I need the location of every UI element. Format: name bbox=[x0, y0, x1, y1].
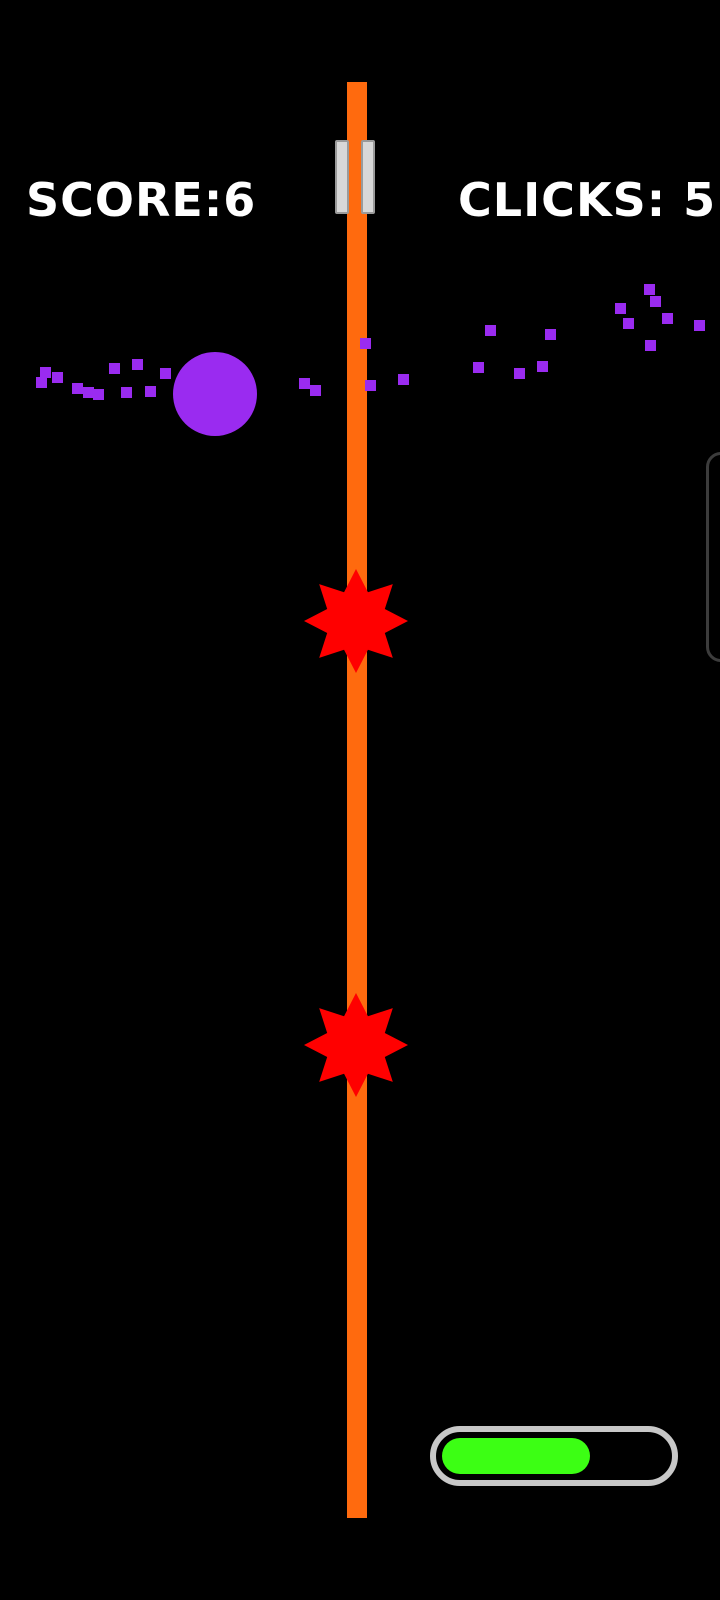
trail-particle bbox=[623, 318, 634, 329]
power-meter bbox=[430, 1426, 678, 1486]
game-stage[interactable]: SCORE:6 CLICKS: 5 bbox=[0, 0, 720, 1600]
trail-particle bbox=[650, 296, 661, 307]
trail-particle bbox=[109, 363, 120, 374]
trail-particle bbox=[299, 378, 310, 389]
trail-particle bbox=[310, 385, 321, 396]
trail-particle bbox=[121, 387, 132, 398]
trail-particle bbox=[360, 338, 371, 349]
pause-button[interactable] bbox=[333, 140, 379, 216]
trail-particle bbox=[52, 372, 63, 383]
orange-pole bbox=[347, 82, 367, 1518]
trail-particle bbox=[662, 313, 673, 324]
clicks-counter: CLICKS: 5 bbox=[458, 173, 717, 227]
trail-particle bbox=[645, 340, 656, 351]
trail-particle bbox=[93, 389, 104, 400]
trail-particle bbox=[514, 368, 525, 379]
trail-particle bbox=[545, 329, 556, 340]
player-ball bbox=[173, 352, 257, 436]
trail-particle bbox=[485, 325, 496, 336]
trail-particle bbox=[145, 386, 156, 397]
trail-particle bbox=[36, 377, 47, 388]
score-label: SCORE:6 bbox=[26, 173, 257, 227]
trail-particle bbox=[160, 368, 171, 379]
pause-icon-left-bar bbox=[335, 140, 349, 214]
trail-particle bbox=[694, 320, 705, 331]
trail-particle bbox=[72, 383, 83, 394]
trail-particle bbox=[40, 367, 51, 378]
trail-particle bbox=[644, 284, 655, 295]
pause-icon-right-bar bbox=[361, 140, 375, 214]
trail-particle bbox=[365, 380, 376, 391]
trail-particle bbox=[473, 362, 484, 373]
power-meter-fill bbox=[442, 1438, 590, 1474]
edge-panel-handle[interactable] bbox=[706, 452, 720, 662]
trail-particle bbox=[537, 361, 548, 372]
trail-particle bbox=[615, 303, 626, 314]
red-spiky-star-icon bbox=[304, 569, 408, 673]
red-spiky-star-icon bbox=[304, 993, 408, 1097]
trail-particle bbox=[132, 359, 143, 370]
trail-particle bbox=[398, 374, 409, 385]
